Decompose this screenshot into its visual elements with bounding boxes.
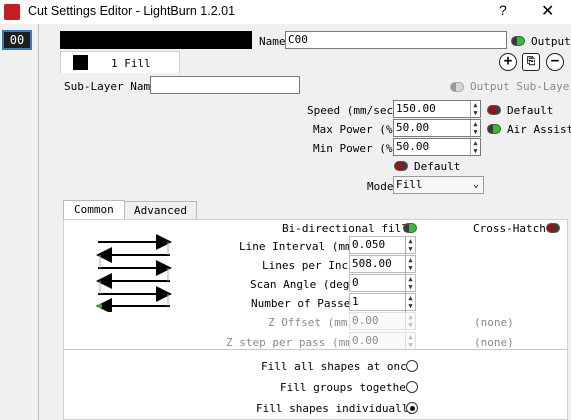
max-power-spinner[interactable]: ▲ ▼: [470, 120, 480, 138]
tab-common[interactable]: Common: [63, 200, 125, 219]
tab-advanced-label: Advanced: [134, 204, 187, 217]
fill-groups-together-label: Fill groups together: [280, 381, 413, 394]
remove-sublayer-button[interactable]: −: [546, 53, 564, 71]
line-interval-label: Line Interval (mm): [239, 240, 359, 253]
scan-angle-label: Scan Angle (deg): [250, 278, 356, 291]
min-power-value: 50.00: [396, 140, 430, 153]
min-power-label: Min Power (%): [313, 142, 400, 155]
help-button[interactable]: ?: [499, 2, 507, 18]
close-button[interactable]: ✕: [541, 1, 554, 21]
power-default-label: Default: [414, 160, 461, 173]
lines-per-inch-field[interactable]: 508.00 ▲ ▼: [349, 255, 416, 274]
fill-shapes-individually-radio[interactable]: [406, 402, 418, 414]
title-bar: Cut Settings Editor - LightBurn 1.2.01 ?…: [0, 0, 571, 24]
speed-label: Speed (mm/sec): [307, 104, 400, 117]
lines-per-inch-value: 508.00: [352, 257, 392, 270]
divider: [64, 349, 567, 350]
z-offset-value: 0.00: [352, 314, 379, 327]
lightburn-logo-icon: [4, 4, 20, 20]
mode-value: Fill: [396, 178, 423, 191]
fill-shapes-individually-label: Fill shapes individually: [256, 402, 415, 415]
fill-groups-together-radio[interactable]: [406, 381, 418, 393]
num-passes-field[interactable]: 1 ▲ ▼: [349, 293, 416, 312]
bidirectional-label: Bi-directional fill: [282, 222, 408, 235]
bidirectional-toggle[interactable]: [403, 223, 417, 233]
scan-angle-field[interactable]: 0 ▲ ▼: [349, 274, 416, 293]
layer-list-panel: [0, 24, 38, 420]
sublayer-name-field[interactable]: [150, 76, 300, 94]
scan-angle-spinner[interactable]: ▲ ▼: [405, 275, 415, 293]
mode-select[interactable]: Fill ⌄: [393, 176, 484, 194]
z-step-value: 0.00: [352, 334, 379, 347]
z-offset-label: Z Offset (mm): [268, 316, 355, 329]
lines-per-inch-spinner[interactable]: ▲ ▼: [405, 256, 415, 274]
add-sublayer-button[interactable]: +: [499, 53, 517, 71]
crosshatch-toggle[interactable]: [546, 223, 560, 233]
line-interval-spinner[interactable]: ▲ ▼: [405, 237, 415, 255]
z-step-note: (none): [474, 336, 514, 349]
fill-direction-preview: [96, 234, 172, 312]
speed-default-label: Default: [507, 104, 554, 117]
output-sublayer-toggle: [450, 82, 464, 92]
crosshatch-label: Cross-Hatch: [473, 222, 546, 235]
fill-all-at-once-label: Fill all shapes at once: [261, 360, 414, 373]
name-field[interactable]: C00: [285, 31, 507, 49]
max-power-label: Max Power (%): [313, 123, 400, 136]
max-power-field[interactable]: 50.00 ▲ ▼: [393, 119, 481, 138]
output-sublayer-label: Output Sub-Layer: [470, 80, 571, 93]
tab-common-label: Common: [74, 203, 114, 216]
power-default-toggle[interactable]: [394, 161, 408, 171]
num-passes-value: 1: [352, 295, 359, 308]
z-offset-field: 0.00 ▲ ▼: [349, 312, 416, 331]
speed-spinner[interactable]: ▲ ▼: [470, 101, 480, 119]
sublayer-tab[interactable]: 1 Fill: [60, 51, 180, 73]
air-assist-toggle[interactable]: [487, 124, 501, 134]
speed-field[interactable]: 150.00 ▲ ▼: [393, 100, 481, 119]
window-title: Cut Settings Editor - LightBurn 1.2.01: [28, 4, 236, 18]
layer-color-swatch[interactable]: [60, 31, 252, 49]
output-label: Output: [531, 35, 571, 48]
z-step-label: Z step per pass (mm): [226, 336, 359, 349]
z-offset-note: (none): [474, 316, 514, 329]
z-offset-spinner: ▲ ▼: [405, 313, 415, 331]
line-interval-value: 0.050: [352, 238, 386, 251]
line-interval-field[interactable]: 0.050 ▲ ▼: [349, 236, 416, 255]
air-assist-label: Air Assist: [507, 123, 571, 136]
divider: [38, 24, 39, 420]
sublayer-name-label: Sub-Layer Name: [64, 80, 157, 93]
copy-sublayer-icon[interactable]: ⎘: [522, 53, 540, 71]
num-passes-label: Number of Passes: [251, 297, 357, 310]
name-label: Name: [259, 35, 286, 48]
max-power-value: 50.00: [396, 121, 430, 134]
sublayer-tab-label: 1 Fill: [111, 57, 151, 70]
layer-item-00[interactable]: 00: [2, 30, 32, 50]
chevron-down-icon: ⌄: [472, 179, 479, 190]
mode-label: Mode: [367, 180, 394, 193]
tab-advanced[interactable]: Advanced: [124, 201, 197, 219]
num-passes-spinner[interactable]: ▲ ▼: [405, 294, 415, 312]
speed-value: 150.00: [396, 102, 436, 115]
min-power-field[interactable]: 50.00 ▲ ▼: [393, 138, 481, 157]
scan-angle-value: 0: [352, 276, 359, 289]
sublayer-color-swatch: [73, 55, 88, 70]
speed-default-toggle[interactable]: [487, 105, 501, 115]
lines-per-inch-label: Lines per Inch: [262, 259, 355, 272]
fill-all-at-once-radio[interactable]: [406, 360, 418, 372]
output-toggle[interactable]: [511, 36, 525, 46]
min-power-spinner[interactable]: ▲ ▼: [470, 139, 480, 157]
z-step-field: 0.00 ▲ ▼: [349, 332, 416, 351]
